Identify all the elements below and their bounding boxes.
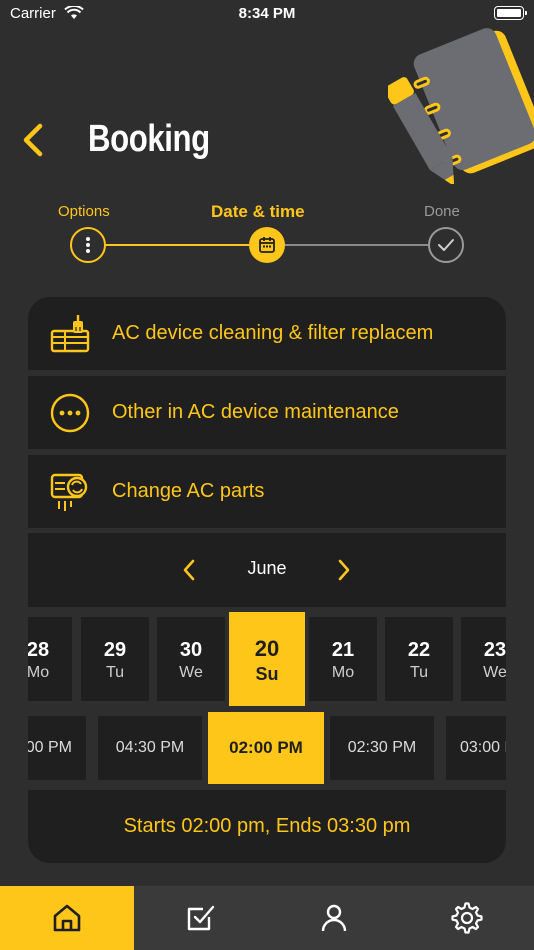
tab-tasks[interactable] <box>134 886 268 950</box>
month-next-chevron-icon[interactable] <box>331 557 355 583</box>
ac-parts-icon <box>50 473 88 511</box>
time-slot-selected[interactable]: 02:00 PM <box>208 712 324 784</box>
day-number: 22 <box>407 639 431 661</box>
day-number: 30 <box>179 639 203 661</box>
battery-icon <box>494 6 527 20</box>
day-weekday: Mo <box>331 664 355 681</box>
day-number: 29 <box>103 639 127 661</box>
more-dots-icon <box>50 393 90 432</box>
day-weekday: Su <box>255 664 279 684</box>
day-number: 28 <box>28 639 50 661</box>
page-title: Booking <box>88 118 210 160</box>
month-label: June <box>247 558 287 578</box>
day-weekday: Mo <box>28 664 50 681</box>
check-icon <box>438 239 454 251</box>
day-number: 21 <box>331 639 355 661</box>
service-other-maintenance[interactable]: Other in AC device maintenance <box>28 376 506 449</box>
time-slot[interactable]: 04:00 PM <box>28 716 86 780</box>
day-number: 20 <box>254 636 280 661</box>
checklist-icon <box>187 905 215 931</box>
vertical-dots-icon <box>86 237 90 253</box>
day-number: 23 <box>483 639 506 661</box>
day-weekday: We <box>483 664 506 681</box>
day-item[interactable]: 30 We <box>157 617 225 701</box>
calendar-icon <box>259 237 275 253</box>
service-label: Change AC parts <box>112 480 265 502</box>
step-label-done: Done <box>424 203 460 220</box>
day-item[interactable]: 21 Mo <box>309 617 377 701</box>
day-weekday: Tu <box>105 664 125 681</box>
day-weekday: Tu <box>409 664 429 681</box>
booking-time-summary: Starts 02:00 pm, Ends 03:30 pm <box>28 790 506 863</box>
ac-cleaning-icon <box>50 314 90 352</box>
settings-icon <box>451 902 483 934</box>
time-slot[interactable]: 02:30 PM <box>330 716 434 780</box>
tab-bar <box>0 886 534 950</box>
stepper-line-pending <box>285 244 428 246</box>
profile-icon <box>321 904 347 932</box>
step-options[interactable] <box>70 227 106 263</box>
month-selector: June <box>28 533 506 607</box>
day-item[interactable]: 22 Tu <box>385 617 453 701</box>
notebook-pencil-illustration <box>388 28 534 184</box>
time-slot[interactable]: 04:30 PM <box>98 716 202 780</box>
day-item[interactable]: 28 Mo <box>28 617 72 701</box>
booking-card: AC device cleaning & filter replacem Oth… <box>28 297 506 863</box>
step-done[interactable] <box>428 227 464 263</box>
tab-home[interactable] <box>0 886 134 950</box>
tab-profile[interactable] <box>267 886 401 950</box>
stepper-line-completed <box>106 244 250 246</box>
back-chevron-icon[interactable] <box>18 122 50 158</box>
service-label: AC device cleaning & filter replacem <box>112 322 434 344</box>
service-ac-cleaning[interactable]: AC device cleaning & filter replacem <box>28 297 506 370</box>
clock: 8:34 PM <box>238 5 296 22</box>
step-label-options: Options <box>58 203 110 220</box>
day-weekday: We <box>179 664 203 681</box>
tab-settings[interactable] <box>400 886 534 950</box>
day-item-selected[interactable]: 20 Su <box>229 612 305 706</box>
service-change-parts[interactable]: Change AC parts <box>28 455 506 528</box>
service-label: Other in AC device maintenance <box>112 401 399 423</box>
step-date-time[interactable] <box>249 227 285 263</box>
status-bar: Carrier 8:34 PM <box>0 0 534 30</box>
day-item[interactable]: 29 Tu <box>81 617 149 701</box>
home-icon <box>53 904 81 932</box>
step-label-date-time: Date & time <box>211 202 305 221</box>
day-item[interactable]: 23 We <box>461 617 506 701</box>
time-slot[interactable]: 03:00 PM <box>446 716 506 780</box>
